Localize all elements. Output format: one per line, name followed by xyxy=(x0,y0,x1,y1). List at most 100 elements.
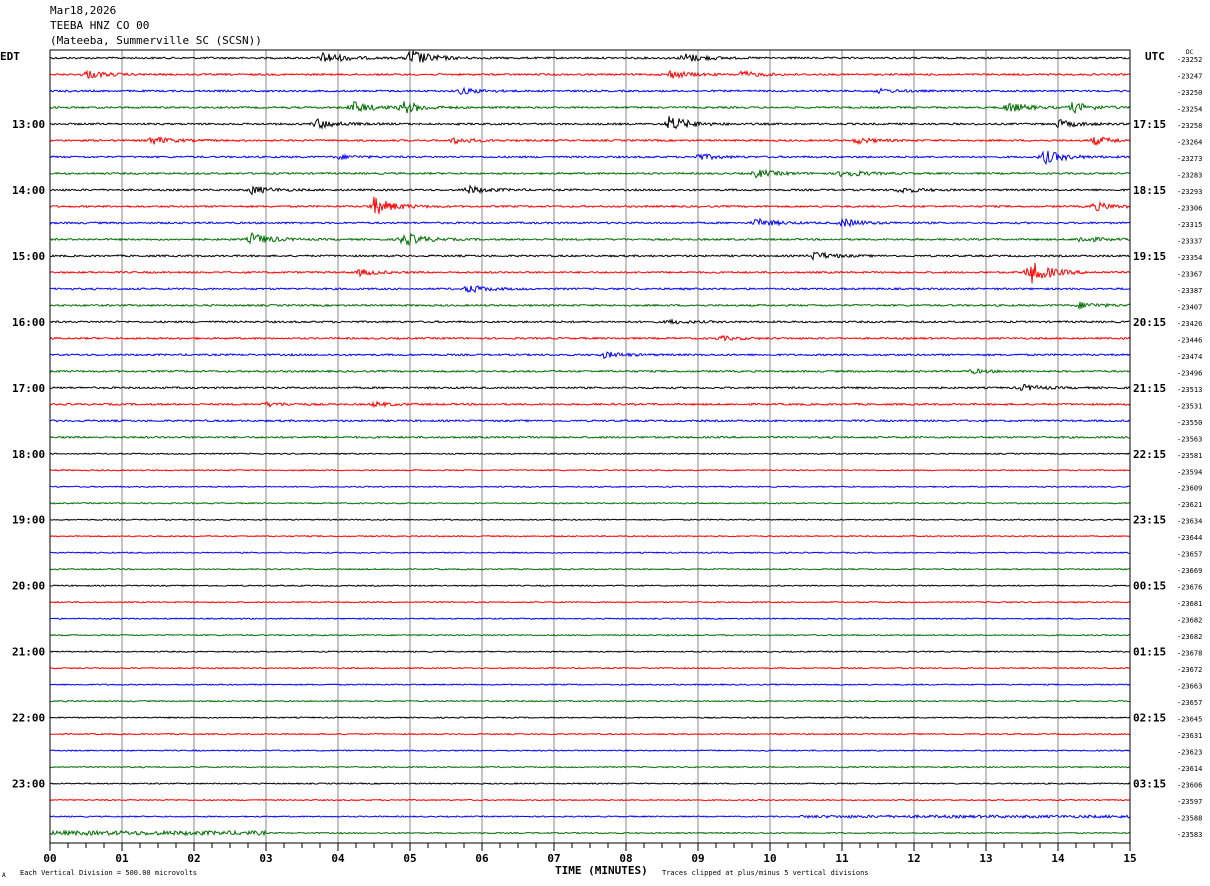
dc-offset-label: -23550 xyxy=(1177,419,1202,427)
right-hour-label: 20:15 xyxy=(1133,316,1166,329)
dc-offset-label: -23563 xyxy=(1177,435,1202,443)
x-tick-label: 00 xyxy=(43,852,56,865)
x-tick-label: 03 xyxy=(259,852,272,865)
seismic-trace xyxy=(49,150,1131,166)
dc-offset-label: -23657 xyxy=(1177,699,1202,707)
dc-offset-label: -23264 xyxy=(1177,138,1202,146)
dc-offset-label: -23306 xyxy=(1177,204,1202,212)
x-tick-label: 13 xyxy=(979,852,992,865)
dc-label: DC xyxy=(1186,49,1194,56)
dc-offset-label: -23581 xyxy=(1177,452,1202,460)
plot-frame xyxy=(49,49,1131,844)
right-hour-label: 02:15 xyxy=(1133,712,1166,725)
dc-offset-label: -23669 xyxy=(1177,567,1202,575)
x-tick-label: 11 xyxy=(835,852,849,865)
seismic-trace xyxy=(49,452,1131,456)
seismic-trace xyxy=(49,86,1131,95)
left-hour-label: 20:00 xyxy=(12,580,45,593)
dc-offset-label: -23367 xyxy=(1177,270,1202,278)
left-hour-label: 13:00 xyxy=(12,118,45,131)
seismic-trace xyxy=(49,732,1131,736)
dc-offset-label: -23513 xyxy=(1177,386,1202,394)
x-tick-label: 15 xyxy=(1123,852,1136,865)
dc-offset-label: -23594 xyxy=(1177,468,1202,476)
right-hour-label: 19:15 xyxy=(1133,250,1166,263)
seismic-trace xyxy=(49,301,1131,311)
dc-offset-label: -23657 xyxy=(1177,551,1202,559)
dc-offset-label: -23426 xyxy=(1177,320,1202,328)
seismic-trace xyxy=(49,782,1131,785)
x-tick-label: 05 xyxy=(403,852,416,865)
dc-offset-label: -23496 xyxy=(1177,369,1202,377)
seismic-trace xyxy=(49,196,1131,215)
seismic-trace xyxy=(50,666,1131,670)
dc-offset-label: -23682 xyxy=(1177,633,1202,641)
x-tick-label: 14 xyxy=(1051,852,1065,865)
right-hour-label: 01:15 xyxy=(1133,646,1166,659)
seismic-trace xyxy=(49,485,1131,489)
right-hour-label: 17:15 xyxy=(1133,118,1166,131)
footer-mark: A xyxy=(2,872,6,879)
dc-offset-label: -23672 xyxy=(1177,666,1202,674)
dc-offset-label: -23623 xyxy=(1177,749,1202,757)
x-tick-label: 12 xyxy=(907,852,920,865)
dc-offset-label: -23676 xyxy=(1177,584,1202,592)
dc-offset-label: -23678 xyxy=(1177,650,1202,658)
dc-offset-label: -23387 xyxy=(1177,287,1202,295)
left-hour-label: 19:00 xyxy=(12,514,45,527)
right-hour-label: 03:15 xyxy=(1133,778,1166,791)
left-timezone: EDT xyxy=(0,50,20,63)
seismic-trace xyxy=(49,69,1131,79)
dc-offset-label: -23681 xyxy=(1177,600,1202,608)
right-hour-label: 00:15 xyxy=(1133,580,1166,593)
dc-offset-label: -23474 xyxy=(1177,353,1202,361)
seismic-trace xyxy=(49,217,1131,228)
footer-scale: Each Vertical Division = 500.00 microvol… xyxy=(20,869,197,877)
left-hour-label: 21:00 xyxy=(12,646,45,659)
seismic-trace xyxy=(49,100,1131,115)
seismic-trace xyxy=(49,584,1131,588)
seismic-trace xyxy=(49,435,1131,440)
seismic-trace xyxy=(49,633,1131,637)
dc-offset-label: -23682 xyxy=(1177,617,1202,625)
dc-offset-label: -23634 xyxy=(1177,518,1202,526)
right-hour-label: 23:15 xyxy=(1133,514,1166,527)
x-tick-label: 09 xyxy=(691,852,704,865)
seismic-trace xyxy=(49,699,1130,703)
right-timezone: UTC xyxy=(1145,50,1165,63)
x-tick-label: 02 xyxy=(187,852,200,865)
dc-offset-label: -23531 xyxy=(1177,402,1202,410)
seismic-trace xyxy=(49,317,1131,325)
left-hour-label: 16:00 xyxy=(12,316,45,329)
helicorder-plot: 00 01 02 03 04 05 06 07 08 09 10 11 12 13 14 15-23252-2… xyxy=(0,49,1202,879)
dc-offset-label: -23273 xyxy=(1177,155,1202,163)
x-tick-label: 10 xyxy=(763,852,776,865)
x-tick-label: 06 xyxy=(475,852,489,865)
x-axis-label: TIME (MINUTES) xyxy=(555,864,648,877)
seismic-trace xyxy=(49,716,1131,719)
seismic-trace xyxy=(49,567,1130,571)
seismic-trace xyxy=(49,232,1131,247)
dc-offset-label: -23644 xyxy=(1177,534,1202,542)
dc-offset-label: -23250 xyxy=(1177,89,1202,97)
seismic-trace xyxy=(49,468,1131,472)
seismic-trace xyxy=(49,534,1131,538)
footer-clip: Traces clipped at plus/minus 5 vertical … xyxy=(662,869,869,877)
seismic-trace xyxy=(49,617,1131,620)
seismic-trace xyxy=(49,136,1131,147)
dc-offset-label: -23583 xyxy=(1177,831,1202,839)
left-hour-label: 15:00 xyxy=(12,250,45,263)
right-hour-label: 22:15 xyxy=(1133,448,1166,461)
seismic-trace xyxy=(49,50,1131,63)
dc-offset-label: -23258 xyxy=(1177,122,1202,130)
dc-offset-label: -23283 xyxy=(1177,171,1202,179)
seismic-trace xyxy=(49,814,1131,820)
dc-offset-label: -23247 xyxy=(1177,72,1202,80)
left-hour-label: 14:00 xyxy=(12,184,45,197)
seismic-trace xyxy=(49,551,1130,555)
dc-offset-label: -23606 xyxy=(1177,782,1202,790)
seismic-trace xyxy=(49,501,1131,505)
seismic-trace xyxy=(49,334,1131,342)
seismic-trace xyxy=(49,285,1131,294)
seismic-trace xyxy=(49,749,1130,752)
